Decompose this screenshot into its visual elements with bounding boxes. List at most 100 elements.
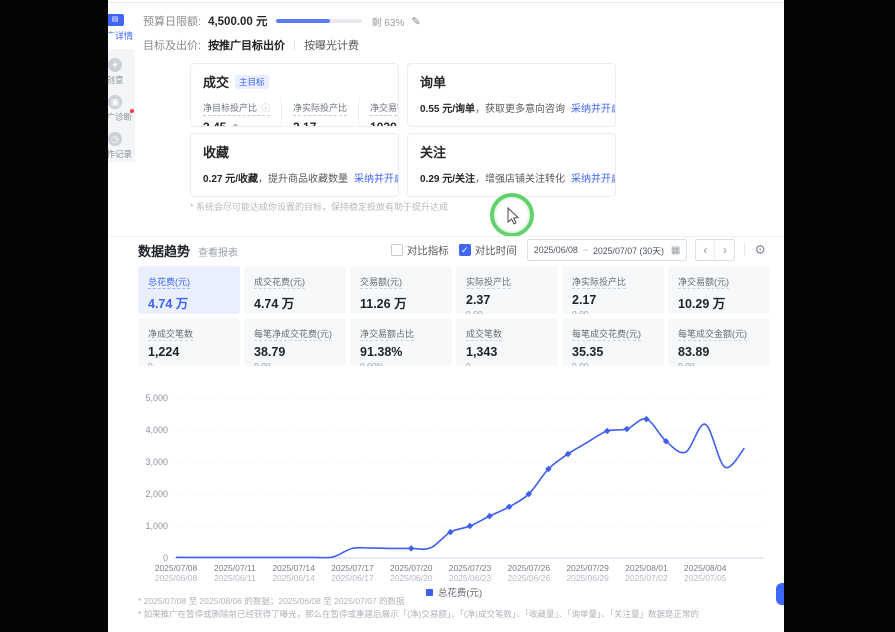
- deal-metrics: 净目标投产比 ⓘ 2.45 ✎净实际投产比 2.17净交易额(元) 102946…: [203, 98, 386, 127]
- svg-text:2025/07/11: 2025/07/11: [214, 563, 256, 573]
- svg-text:2025/07/17: 2025/07/17: [331, 563, 374, 573]
- metric-tile[interactable]: 每笔成交花费(元) 35.35 0.00: [562, 318, 664, 366]
- svg-text:0: 0: [163, 553, 168, 563]
- goal-card-desc: 0.55 元/询单，获取更多意向咨询采纳并开启: [420, 100, 603, 115]
- goal-card-follow[interactable]: 关注 0.29 元/关注，增强店铺关注转化采纳并开启: [407, 133, 616, 197]
- goal-card-inquiry[interactable]: 询单 0.55 元/询单，获取更多意向咨询采纳并开启: [407, 63, 616, 127]
- goal-card-title: 关注: [420, 142, 446, 161]
- compare-metric-label: 对比指标: [407, 243, 449, 258]
- date-pager: ‹ ›: [695, 239, 735, 261]
- metric-tile-value: 4.74 万: [148, 293, 230, 312]
- svg-text:2025/07/23: 2025/07/23: [449, 563, 492, 573]
- svg-text:2025/07/02: 2025/07/02: [625, 573, 668, 582]
- promotion-detail-link[interactable]: 推广详情: [108, 29, 135, 42]
- svg-text:2025/06/26: 2025/06/26: [508, 573, 551, 582]
- page-content: ▤ 推广详情 ✦ 创意 ▣ 推广诊断 ◷ 操作记录 预算日限额: 4,500.0…: [108, 0, 784, 632]
- rail-item[interactable]: ✦ 创意: [108, 58, 124, 86]
- goal-card-deal[interactable]: 成交 主目标 净目标投产比 ⓘ 2.45 ✎净实际投产比 2.17净交易额(元)…: [190, 63, 399, 127]
- metric-tile-label: 交易额(元): [360, 277, 402, 289]
- prev-period-button[interactable]: ‹: [696, 240, 715, 260]
- edit-roi-icon[interactable]: ✎: [233, 123, 241, 127]
- metric-tile-compare: 0: [466, 361, 548, 366]
- metric-tile-value: 35.35: [572, 345, 654, 359]
- metric-tile-label: 每笔净成交花费(元): [254, 329, 332, 341]
- goal-desc-text: ，提升商品收藏数量: [258, 174, 348, 185]
- deal-metric-value: 102946.60: [370, 120, 399, 127]
- date-end: 2025/07/07 (30天): [593, 244, 664, 257]
- metric-tile-value: 83.89: [678, 345, 760, 359]
- metric-tile-label: 每笔成交花费(元): [572, 329, 641, 341]
- floating-edge-button[interactable]: [776, 583, 784, 605]
- date-range-picker[interactable]: 2025/06/08 ~ 2025/07/07 (30天) ▦: [527, 239, 688, 261]
- top-divider: [108, 2, 784, 3]
- svg-text:1,000: 1,000: [145, 521, 168, 531]
- rail-panel: ✦ 创意 ▣ 推广诊断 ◷ 操作记录: [108, 49, 135, 162]
- goal-cards: 成交 主目标 净目标投产比 ⓘ 2.45 ✎净实际投产比 2.17净交易额(元)…: [190, 63, 616, 197]
- rail-item[interactable]: ▣ 推广诊断: [108, 95, 132, 123]
- adopt-enable-link[interactable]: 采纳并开启: [571, 174, 616, 185]
- metric-tile-label: 净交易额(元): [678, 277, 729, 289]
- section-divider: [108, 236, 784, 237]
- metric-tile[interactable]: 净实际投产比 2.17 0.00: [562, 266, 664, 314]
- rail-item[interactable]: ◷ 操作记录: [108, 132, 132, 160]
- svg-text:5,000: 5,000: [145, 393, 168, 403]
- metric-tile-value: 91.38%: [360, 345, 442, 359]
- goal-card-title: 成交: [203, 72, 229, 91]
- svg-text:2025/08/01: 2025/08/01: [625, 563, 668, 573]
- deal-metric: 净实际投产比 2.17: [293, 98, 359, 127]
- budget-value: 4,500.00 元: [208, 13, 267, 29]
- idea-icon: ✦: [108, 58, 122, 72]
- metric-tile[interactable]: 实际投产比 2.37 0.00: [456, 266, 558, 314]
- deal-metric: 净目标投产比 ⓘ 2.45 ✎: [203, 98, 282, 127]
- info-icon[interactable]: ⓘ: [262, 103, 271, 113]
- footnote-line: * 如果推广在暂停或删除前已经获得了曝光，那么在暂停或重建后展示「(净)交易额」…: [138, 608, 778, 621]
- gear-icon[interactable]: ⚙: [754, 242, 766, 258]
- goal-card-title: 收藏: [203, 142, 229, 161]
- metric-tile[interactable]: 净交易额占比 91.38% 0.00%: [350, 318, 452, 366]
- goal-card-desc: 0.29 元/关注，增强店铺关注转化采纳并开启: [420, 170, 603, 185]
- compare-time-checkbox[interactable]: ✓: [459, 244, 471, 256]
- goal-price: 0.55 元/询单: [420, 104, 475, 115]
- svg-text:2025/07/20: 2025/07/20: [390, 563, 433, 573]
- budget-label: 预算日限额:: [143, 13, 201, 29]
- goal-price: 0.29 元/关注: [420, 174, 475, 185]
- promotion-chip-icon: ▤: [108, 14, 124, 26]
- notification-dot: [130, 109, 134, 113]
- edit-budget-icon[interactable]: ✎: [411, 15, 420, 28]
- metric-tile[interactable]: 成交花费(元) 4.74 万 0.00: [244, 266, 346, 314]
- date-start: 2025/06/08: [534, 245, 578, 255]
- metric-tile-compare: 0.00: [572, 361, 654, 366]
- deal-metric-label: 净实际投产比: [293, 101, 347, 116]
- svg-text:2025/06/29: 2025/06/29: [566, 573, 609, 582]
- target-bid-label: 目标及出价:: [143, 37, 201, 53]
- tab-bid-by-impression[interactable]: 按曝光计费: [304, 37, 359, 53]
- metric-tile[interactable]: 净交易额(元) 10.29 万 0.00: [668, 266, 770, 314]
- metric-tile[interactable]: 净成交笔数 1,224 0: [138, 318, 240, 366]
- metric-tile[interactable]: 成交笔数 1,343 0: [456, 318, 558, 366]
- adopt-enable-link[interactable]: 采纳并开启: [354, 174, 399, 185]
- svg-text:2025/06/08: 2025/06/08: [155, 573, 198, 582]
- promotion-chip[interactable]: ▤: [108, 14, 124, 26]
- svg-text:4,000: 4,000: [145, 425, 168, 435]
- metric-tile[interactable]: 交易额(元) 11.26 万 0.00: [350, 266, 452, 314]
- goal-price: 0.27 元/收藏: [203, 174, 258, 185]
- metric-tile[interactable]: 每笔净成交花费(元) 38.79 0.00: [244, 318, 346, 366]
- budget-slider[interactable]: [276, 19, 362, 23]
- tab-bid-by-goal[interactable]: 按推广目标出价: [208, 37, 285, 53]
- metric-tile-compare: 0: [148, 361, 230, 366]
- budget-remaining: 剩 63%: [372, 14, 405, 29]
- adopt-enable-link[interactable]: 采纳并开启: [571, 104, 616, 115]
- compare-metric-checkbox[interactable]: [391, 244, 403, 256]
- view-report-link[interactable]: 查看报表: [198, 244, 238, 259]
- trend-section-title: 数据趋势: [138, 241, 190, 260]
- metric-tile[interactable]: 每笔成交金额(元) 83.89 0.00: [668, 318, 770, 366]
- compare-time-label: 对比时间: [475, 243, 517, 258]
- primary-goal-badge: 主目标: [235, 75, 269, 89]
- svg-text:2025/07/05: 2025/07/05: [684, 573, 727, 582]
- metric-tile-value: 4.74 万: [254, 293, 336, 312]
- target-bid-row: 目标及出价: 按推广目标出价 按曝光计费: [143, 37, 359, 53]
- goal-card-favorite[interactable]: 收藏 0.27 元/收藏，提升商品收藏数量采纳并开启: [190, 133, 399, 197]
- metric-tile-value: 38.79: [254, 345, 336, 359]
- next-period-button[interactable]: ›: [715, 240, 734, 260]
- metric-tile[interactable]: 总花费(元) 4.74 万 0.00: [138, 266, 240, 314]
